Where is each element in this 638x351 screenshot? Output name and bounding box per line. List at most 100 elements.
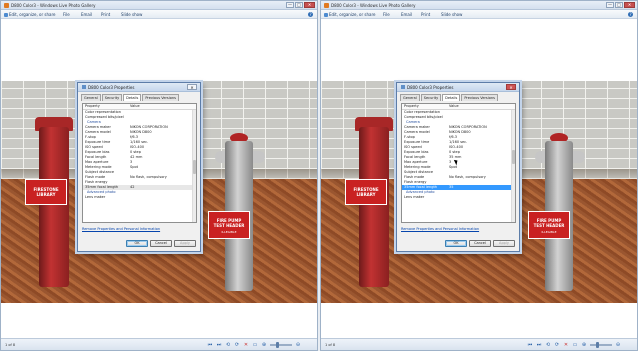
close-button[interactable]: ✕ <box>624 2 635 8</box>
zoom-in-icon[interactable]: ⊕ <box>581 342 587 348</box>
dialog-title: D800 Color3 Properties <box>88 85 135 90</box>
tab-general[interactable]: General <box>81 94 101 101</box>
next-icon[interactable]: ⏭ <box>216 342 222 348</box>
file-icon <box>401 85 405 89</box>
rotate-left-icon[interactable]: ⟲ <box>225 342 231 348</box>
firestone-library-sign: FIRESTONE LIBRARY <box>345 179 387 205</box>
previous-icon[interactable]: ⏮ <box>207 342 213 348</box>
dialog-tabs: General Security Details Previous Versio… <box>400 94 516 101</box>
menu-email[interactable]: Email <box>81 12 92 17</box>
menu-email[interactable]: Email <box>401 12 412 17</box>
menu-print[interactable]: Print <box>421 12 430 17</box>
scroll-thumb[interactable] <box>512 150 515 164</box>
close-button[interactable]: ✕ <box>304 2 315 8</box>
file-icon <box>82 85 86 89</box>
delete-icon[interactable]: ✕ <box>563 342 569 348</box>
minimize-button[interactable]: — <box>606 2 614 8</box>
zoom-out-icon[interactable]: ⊖ <box>615 342 621 348</box>
actual-size-icon[interactable]: ▭ <box>252 342 258 348</box>
remove-properties-link[interactable]: Remove Properties and Personal Informati… <box>401 227 479 231</box>
menu-file[interactable]: File <box>63 12 70 17</box>
window-controls: — □ ✕ <box>606 2 635 8</box>
viewer-toolbar: ⏮ ⏭ ⟲ ⟳ ✕ ▭ ⊕ ⊖ <box>527 342 621 348</box>
menu-bar: Edit, organize, or share File Email Prin… <box>321 10 637 19</box>
dialog-title-bar[interactable]: D800 Color3 Properties ✕ <box>78 83 200 92</box>
properties-list[interactable]: Property Value Color representation Compr… <box>82 103 197 223</box>
property-row[interactable]: Lens maker <box>83 195 196 200</box>
rotate-right-icon[interactable]: ⟳ <box>234 342 240 348</box>
dialog-close-button[interactable]: ✕ <box>187 84 197 90</box>
organize-icon <box>324 13 328 17</box>
menu-bar: Edit, organize, or share File Email Prin… <box>1 10 317 19</box>
properties-dialog: D800 Color3 Properties ✕ General Securit… <box>77 82 201 252</box>
ok-button[interactable]: OK <box>445 240 467 247</box>
cancel-button[interactable]: Cancel <box>469 240 491 247</box>
status-bar: 1 of 8 ⏮ ⏭ ⟲ ⟳ ✕ ▭ ⊕ ⊖ <box>321 338 637 350</box>
organize-icon <box>4 13 8 17</box>
status-bar: 1 of 8 ⏮ ⏭ ⟲ ⟳ ✕ ▭ ⊕ ⊖ <box>1 338 317 350</box>
zoom-slider[interactable] <box>270 342 292 348</box>
maximize-button[interactable]: □ <box>295 2 303 8</box>
zoom-in-icon[interactable]: ⊕ <box>261 342 267 348</box>
cancel-button[interactable]: Cancel <box>150 240 172 247</box>
maximize-button[interactable]: □ <box>615 2 623 8</box>
help-icon[interactable]: ? <box>628 12 633 17</box>
remove-properties-link[interactable]: Remove Properties and Personal Informati… <box>82 227 160 231</box>
zoom-out-icon[interactable]: ⊖ <box>295 342 301 348</box>
property-value <box>447 195 507 200</box>
menu-print[interactable]: Print <box>101 12 110 17</box>
actual-size-icon[interactable]: ▭ <box>572 342 578 348</box>
apply-button[interactable]: Apply <box>493 240 515 247</box>
zoom-slider[interactable] <box>590 342 612 348</box>
window-controls: — □ ✕ <box>286 2 315 8</box>
app-icon <box>4 3 9 8</box>
tab-security[interactable]: Security <box>420 94 442 101</box>
menu-slide-show[interactable]: Slide show <box>441 12 462 17</box>
column-value[interactable]: Value <box>447 104 507 109</box>
photo-count: 1 of 8 <box>5 343 16 347</box>
menu-edit-organize[interactable]: Edit, organize, or share <box>4 12 56 17</box>
help-icon[interactable]: ? <box>308 12 313 17</box>
previous-icon[interactable]: ⏮ <box>527 342 533 348</box>
tab-general[interactable]: General <box>400 94 420 101</box>
firestone-library-sign: FIRESTONE LIBRARY <box>25 179 67 205</box>
tab-details[interactable]: Details <box>123 94 142 101</box>
scrollbar[interactable] <box>192 110 196 222</box>
photo-count: 1 of 8 <box>325 343 336 347</box>
photo-viewer: FIRESTONE LIBRARY FIRE PUMP TEST HEADER ILL… <box>321 19 637 338</box>
scrollbar[interactable] <box>511 110 515 222</box>
red-standpipe <box>359 127 389 287</box>
tab-details[interactable]: Details <box>442 94 461 101</box>
tab-previous-versions[interactable]: Previous Versions <box>142 94 179 101</box>
property-name: Lens maker <box>85 195 106 199</box>
photo-gallery-window-right: D800 Color3 - Windows Live Photo Gallery… <box>320 0 638 351</box>
scroll-thumb[interactable] <box>193 160 196 174</box>
column-value[interactable]: Value <box>128 104 188 109</box>
title-bar[interactable]: D800 Color3 - Windows Live Photo Gallery… <box>1 1 317 10</box>
dialog-buttons: OK Cancel Apply <box>445 240 515 247</box>
tab-security[interactable]: Security <box>101 94 123 101</box>
apply-button[interactable]: Apply <box>174 240 196 247</box>
column-property[interactable]: Property <box>83 104 128 109</box>
delete-icon[interactable]: ✕ <box>243 342 249 348</box>
title-bar[interactable]: D800 Color3 - Windows Live Photo Gallery… <box>321 1 637 10</box>
ok-button[interactable]: OK <box>126 240 148 247</box>
fire-pump-sign: FIRE PUMP TEST HEADER ILLEGIBLE <box>528 211 570 239</box>
property-row[interactable]: Lens maker <box>402 195 515 200</box>
dialog-close-button[interactable]: ✕ <box>506 84 516 90</box>
column-property[interactable]: Property <box>402 104 447 109</box>
minimize-button[interactable]: — <box>286 2 294 8</box>
tab-previous-versions[interactable]: Previous Versions <box>461 94 498 101</box>
menu-slide-show[interactable]: Slide show <box>121 12 142 17</box>
fire-pump-sign: FIRE PUMP TEST HEADER ILLEGIBLE <box>208 211 250 239</box>
property-value <box>128 195 188 200</box>
menu-file[interactable]: File <box>383 12 390 17</box>
rotate-left-icon[interactable]: ⟲ <box>545 342 551 348</box>
dialog-buttons: OK Cancel Apply <box>126 240 196 247</box>
next-icon[interactable]: ⏭ <box>536 342 542 348</box>
dialog-title-bar[interactable]: D800 Color3 Properties ✕ <box>397 83 519 92</box>
menu-edit-organize[interactable]: Edit, organize, or share <box>324 12 376 17</box>
photo-gallery-window-left: D800 Color3 - Windows Live Photo Gallery… <box>0 0 318 351</box>
rotate-right-icon[interactable]: ⟳ <box>554 342 560 348</box>
properties-dialog: D800 Color3 Properties ✕ General Securit… <box>396 82 520 252</box>
